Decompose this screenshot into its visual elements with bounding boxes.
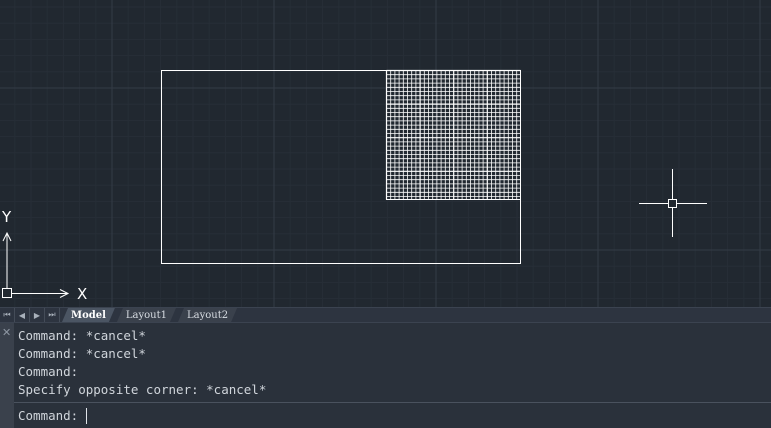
- tab-model[interactable]: Model: [62, 308, 115, 322]
- arrow-left-icon: ◀: [18, 310, 26, 320]
- drawing-area[interactable]: Y X: [0, 0, 771, 307]
- drawing-canvas[interactable]: Y X: [0, 0, 771, 307]
- history-line: Command: *cancel*: [18, 346, 146, 361]
- history-line: Specify opposite corner: *cancel*: [18, 382, 267, 397]
- first-tab-button[interactable]: ⏮: [0, 308, 15, 322]
- prev-tab-button[interactable]: ◀: [15, 308, 30, 322]
- close-icon[interactable]: ✕: [2, 327, 11, 338]
- command-line-panel: ✕ Command: *cancel* Command: *cancel* Co…: [0, 323, 771, 428]
- tab-layout1[interactable]: Layout1: [117, 308, 176, 322]
- ucs-icon: [2, 231, 70, 298]
- command-prompt: Command:: [18, 408, 79, 423]
- grid: [0, 0, 771, 307]
- last-tab-button[interactable]: ⏭: [45, 308, 60, 322]
- layout-tab-bar: ⏮ ◀ ▶ ⏭ Model Layout1 Layout2: [0, 307, 771, 323]
- skip-last-icon: ⏭: [48, 310, 56, 319]
- command-panel-handle[interactable]: ✕: [0, 323, 14, 428]
- command-input[interactable]: Command:: [14, 402, 771, 428]
- x-axis-label: X: [77, 285, 87, 303]
- skip-first-icon: ⏮: [3, 310, 11, 319]
- command-history: Command: *cancel* Command: *cancel* Comm…: [18, 327, 768, 399]
- arrow-right-icon: ▶: [33, 310, 41, 320]
- y-axis-label: Y: [1, 208, 12, 226]
- crosshair-cursor-icon: [639, 169, 707, 237]
- history-line: Command: *cancel*: [18, 328, 146, 343]
- history-line: Command:: [18, 364, 79, 379]
- tab-layout2[interactable]: Layout2: [178, 308, 237, 322]
- next-tab-button[interactable]: ▶: [30, 308, 45, 322]
- text-caret: [86, 407, 88, 424]
